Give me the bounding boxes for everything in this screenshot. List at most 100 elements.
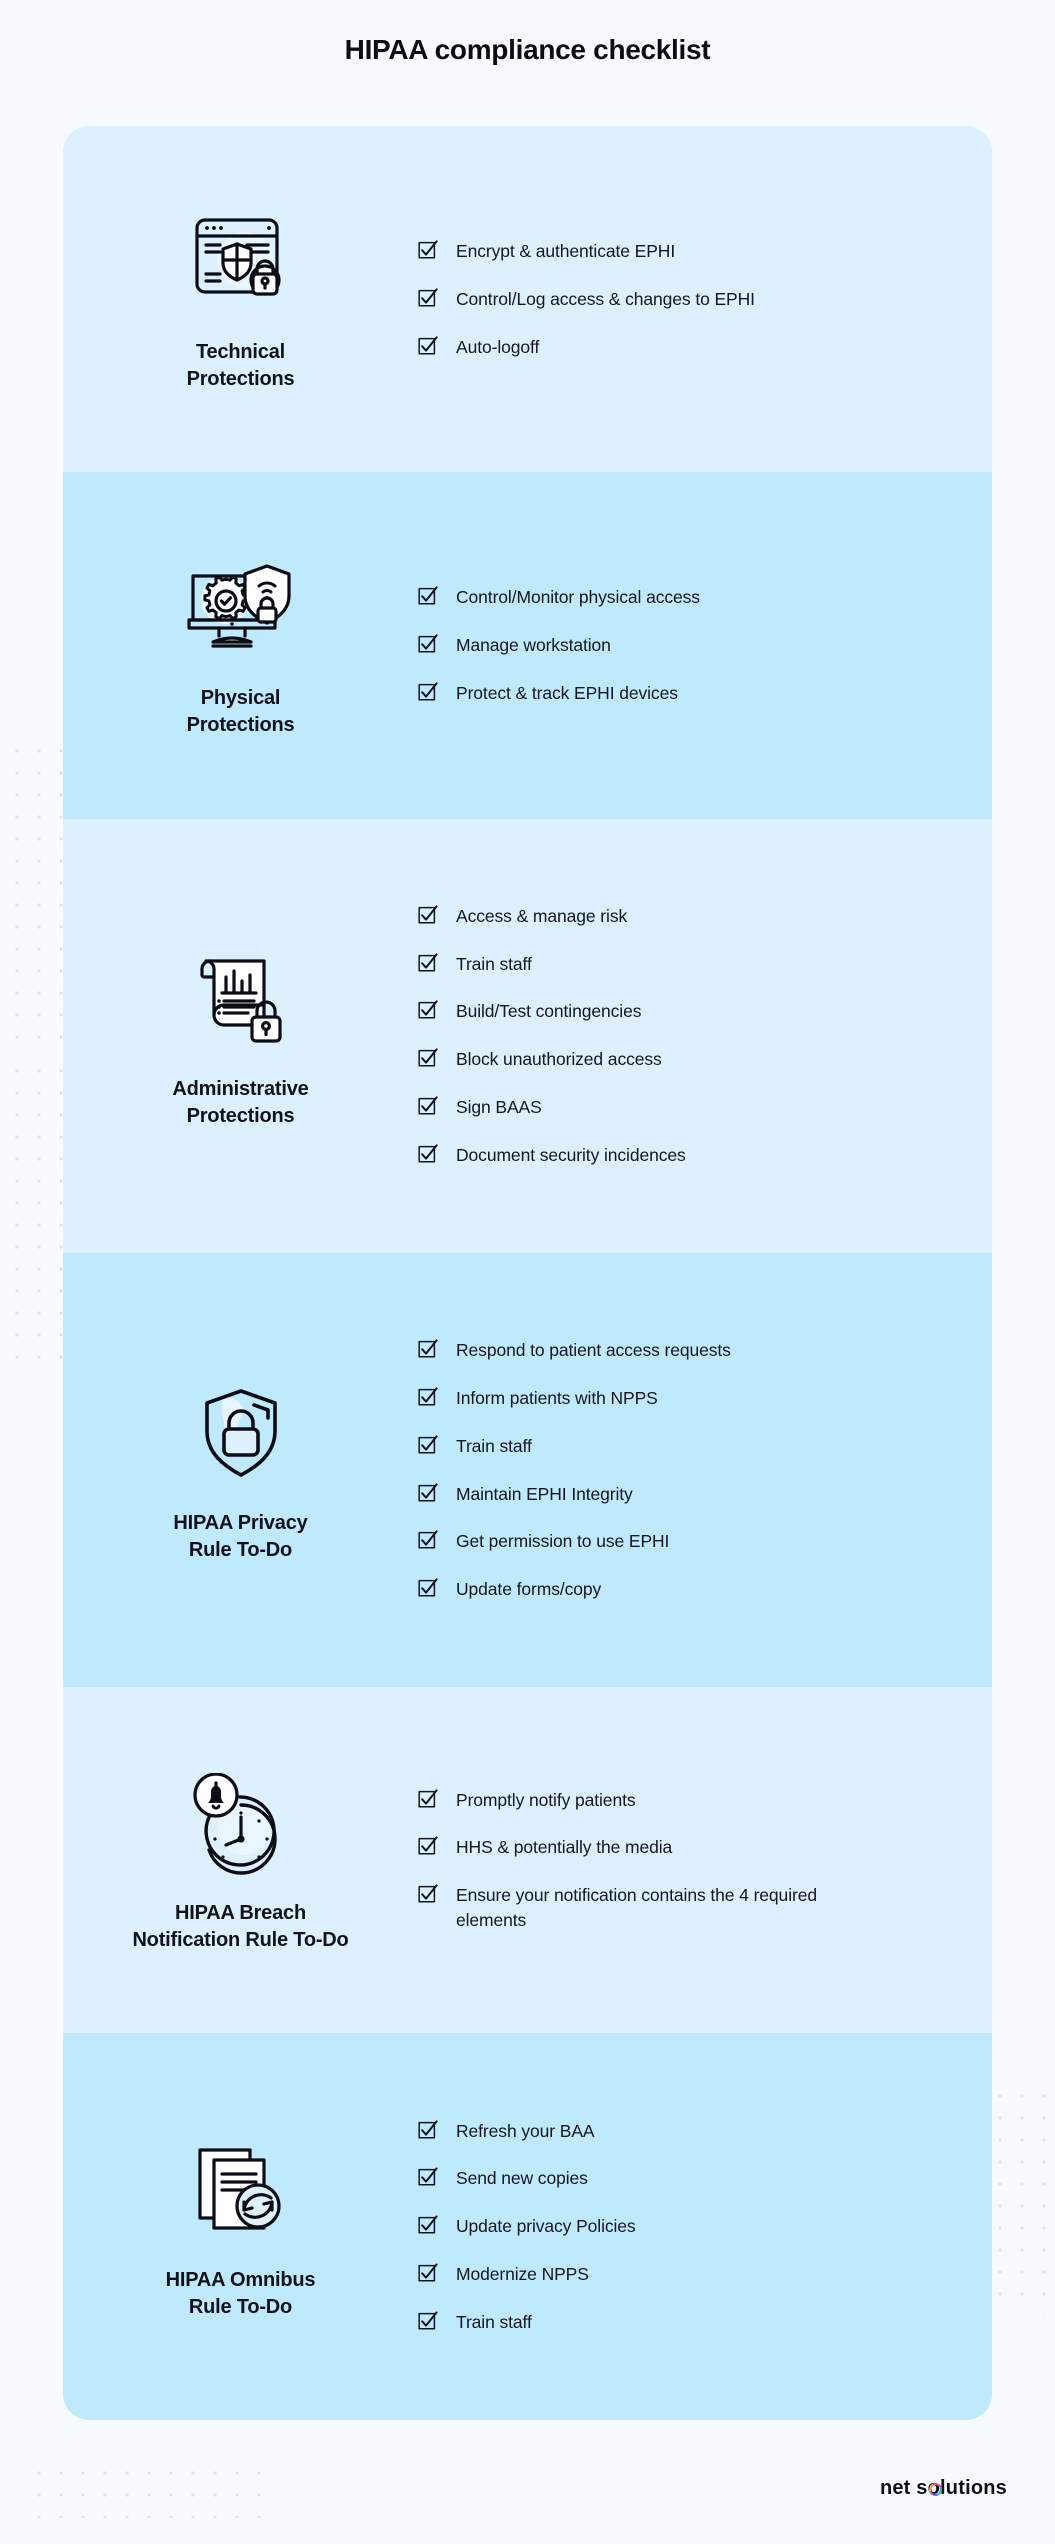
- checklist-item[interactable]: Get permission to use EPHI: [418, 1529, 962, 1554]
- checkbox-checked-icon[interactable]: [418, 1530, 438, 1550]
- checkbox-checked-icon[interactable]: [418, 2119, 438, 2140]
- decorative-dot-grid-right: [989, 2085, 1051, 2315]
- checklist-card: Technical Protections Encrypt & authenti…: [63, 126, 992, 2420]
- checkbox-checked-icon[interactable]: [418, 2215, 438, 2235]
- section-title: Technical Protections: [186, 341, 295, 391]
- checkbox-checked-icon[interactable]: [418, 1836, 438, 1856]
- checklist-item-label: Inform patients with NPPS: [456, 1387, 658, 1408]
- checklist-item-label: Update privacy Policies: [456, 2216, 636, 2237]
- checklist-item-label: Encrypt & authenticate EPHI: [456, 240, 676, 261]
- shield-padlock-icon: [175, 1376, 307, 1494]
- checkbox-checked-icon[interactable]: [418, 1789, 438, 1809]
- checkbox-checked-icon[interactable]: [418, 682, 438, 702]
- checkbox-checked-icon[interactable]: [418, 1435, 438, 1455]
- checklist-item-label: Train staff: [456, 2311, 532, 2332]
- decorative-dot-grid-left: [6, 740, 68, 1040]
- checkbox-checked-icon[interactable]: [418, 2311, 438, 2331]
- checkbox-checked-icon[interactable]: [418, 952, 438, 973]
- checklist-item[interactable]: Train staff: [418, 952, 962, 977]
- checklist-items: Access & manage risk Train staff Build/T…: [418, 880, 992, 1192]
- checklist-item[interactable]: Refresh your BAA: [418, 2119, 962, 2144]
- checkbox-checked-icon[interactable]: [418, 1387, 438, 1407]
- checklist-item[interactable]: Update privacy Policies: [418, 2214, 962, 2239]
- checkbox-checked-icon[interactable]: [418, 2167, 438, 2187]
- checklist-section: Physical Protections Control/Monitor phy…: [63, 472, 992, 819]
- page-title: HIPAA compliance checklist: [344, 34, 711, 65]
- checklist-items: Promptly notify patients HHS & potential…: [418, 1764, 992, 1957]
- checklist-item[interactable]: Access & manage risk: [418, 904, 962, 929]
- checklist-item[interactable]: Manage workstation: [418, 633, 962, 658]
- checklist-item-label: Refresh your BAA: [456, 2120, 595, 2141]
- checklist-item-label: HHS & potentially the media: [456, 1837, 673, 1858]
- section-title: Administrative Protections: [172, 1077, 309, 1127]
- checklist-item[interactable]: Control/Monitor physical access: [418, 585, 962, 610]
- checkbox-checked-icon[interactable]: [418, 2263, 438, 2283]
- checklist-item-label: Update forms/copy: [456, 1579, 602, 1600]
- checklist-section: HIPAA Privacy Rule To-Do Respond to pati…: [63, 1252, 992, 1688]
- checklist-item[interactable]: Block unauthorized access: [418, 1047, 962, 1072]
- checklist-item[interactable]: Modernize NPPS: [418, 2262, 962, 2287]
- section-header: Physical Protections: [63, 533, 418, 757]
- section-header: HIPAA Omnibus Rule To-Do: [63, 2115, 418, 2339]
- checkbox-checked-icon[interactable]: [418, 288, 438, 308]
- checklist-item-label: Train staff: [456, 1435, 532, 1456]
- checkbox-checked-icon[interactable]: [418, 1000, 438, 1020]
- section-title: Physical Protections: [186, 687, 295, 737]
- checkbox-checked-icon[interactable]: [418, 1048, 438, 1068]
- checklist-item-label: Train staff: [456, 953, 532, 974]
- checklist-item[interactable]: HHS & potentially the media: [418, 1835, 962, 1860]
- checkbox-checked-icon[interactable]: [418, 586, 438, 606]
- checkbox-checked-icon[interactable]: [418, 335, 438, 356]
- checklist-item[interactable]: Protect & track EPHI devices: [418, 681, 962, 706]
- checklist-item[interactable]: Respond to patient access requests: [418, 1338, 962, 1363]
- checkbox-checked-icon[interactable]: [418, 240, 438, 260]
- checklist-item[interactable]: Sign BAAS: [418, 1095, 962, 1120]
- checklist-item[interactable]: Train staff: [418, 2310, 962, 2335]
- checkbox-checked-icon[interactable]: [418, 1578, 438, 1598]
- checklist-item[interactable]: Update forms/copy: [418, 1577, 962, 1602]
- logo-text-prefix: net s: [879, 2477, 928, 2499]
- checklist-items: Respond to patient access requests Infor…: [418, 1314, 992, 1626]
- checklist-item-label: Maintain EPHI Integrity: [456, 1483, 633, 1504]
- clock-bell-alarm-icon: [175, 1766, 307, 1884]
- checklist-item-label: Auto-logoff: [456, 336, 540, 357]
- checklist-item[interactable]: Build/Test contingencies: [418, 999, 962, 1024]
- checklist-item[interactable]: Inform patients with NPPS: [418, 1386, 962, 1411]
- checkbox-checked-icon[interactable]: [418, 1144, 438, 1164]
- documents-refresh-icon: [175, 2133, 307, 2251]
- decorative-dot-grid-bottom: [28, 2462, 268, 2518]
- section-title: HIPAA Privacy Rule To-Do: [173, 1512, 308, 1562]
- scroll-chart-lock-icon: [175, 942, 307, 1060]
- checklist-item[interactable]: Document security incidences: [418, 1143, 962, 1168]
- decorative-dot-grid-left-lower: [6, 1060, 68, 1360]
- section-header: HIPAA Privacy Rule To-Do: [63, 1358, 418, 1582]
- checkbox-checked-icon[interactable]: [418, 1339, 438, 1359]
- checklist-item[interactable]: Auto-logoff: [418, 335, 962, 360]
- checkbox-checked-icon[interactable]: [418, 1096, 438, 1116]
- checklist-item[interactable]: Train staff: [418, 1434, 962, 1459]
- checkbox-checked-icon[interactable]: [418, 1884, 438, 1904]
- checklist-item-label: Get permission to use EPHI: [456, 1531, 670, 1552]
- checklist-item[interactable]: Maintain EPHI Integrity: [418, 1482, 962, 1507]
- checklist-item[interactable]: Control/Log access & changes to EPHI: [418, 287, 962, 312]
- checklist-items: Control/Monitor physical access Manage w…: [418, 561, 992, 730]
- checklist-items: Encrypt & authenticate EPHI Control/Log …: [418, 215, 992, 384]
- checkbox-checked-icon[interactable]: [418, 905, 438, 925]
- checklist-item-label: Block unauthorized access: [456, 1049, 662, 1070]
- logo-accent-o: o: [927, 2477, 941, 2499]
- net-solutions-logo: net solutions: [880, 2477, 1007, 2500]
- checkbox-checked-icon[interactable]: [418, 1482, 438, 1503]
- checklist-items: Refresh your BAA Send new copies Update …: [418, 2095, 992, 2359]
- section-title: HIPAA Omnibus Rule To-Do: [165, 2268, 316, 2318]
- checklist-item[interactable]: Send new copies: [418, 2166, 962, 2191]
- checklist-item[interactable]: Encrypt & authenticate EPHI: [418, 239, 962, 264]
- checklist-item[interactable]: Ensure your notification contains the 4 …: [418, 1883, 962, 1933]
- checklist-item[interactable]: Promptly notify patients: [418, 1788, 962, 1813]
- checklist-item-label: Manage workstation: [456, 634, 611, 655]
- checklist-item-label: Protect & track EPHI devices: [456, 682, 678, 703]
- logo-text-suffix: lutions: [940, 2477, 1007, 2499]
- section-header: HIPAA Breach Notification Rule To-Do: [63, 1748, 418, 1972]
- checklist-section: Technical Protections Encrypt & authenti…: [63, 126, 992, 473]
- checklist-item-label: Ensure your notification contains the 4 …: [456, 1885, 817, 1931]
- checkbox-checked-icon[interactable]: [418, 634, 438, 654]
